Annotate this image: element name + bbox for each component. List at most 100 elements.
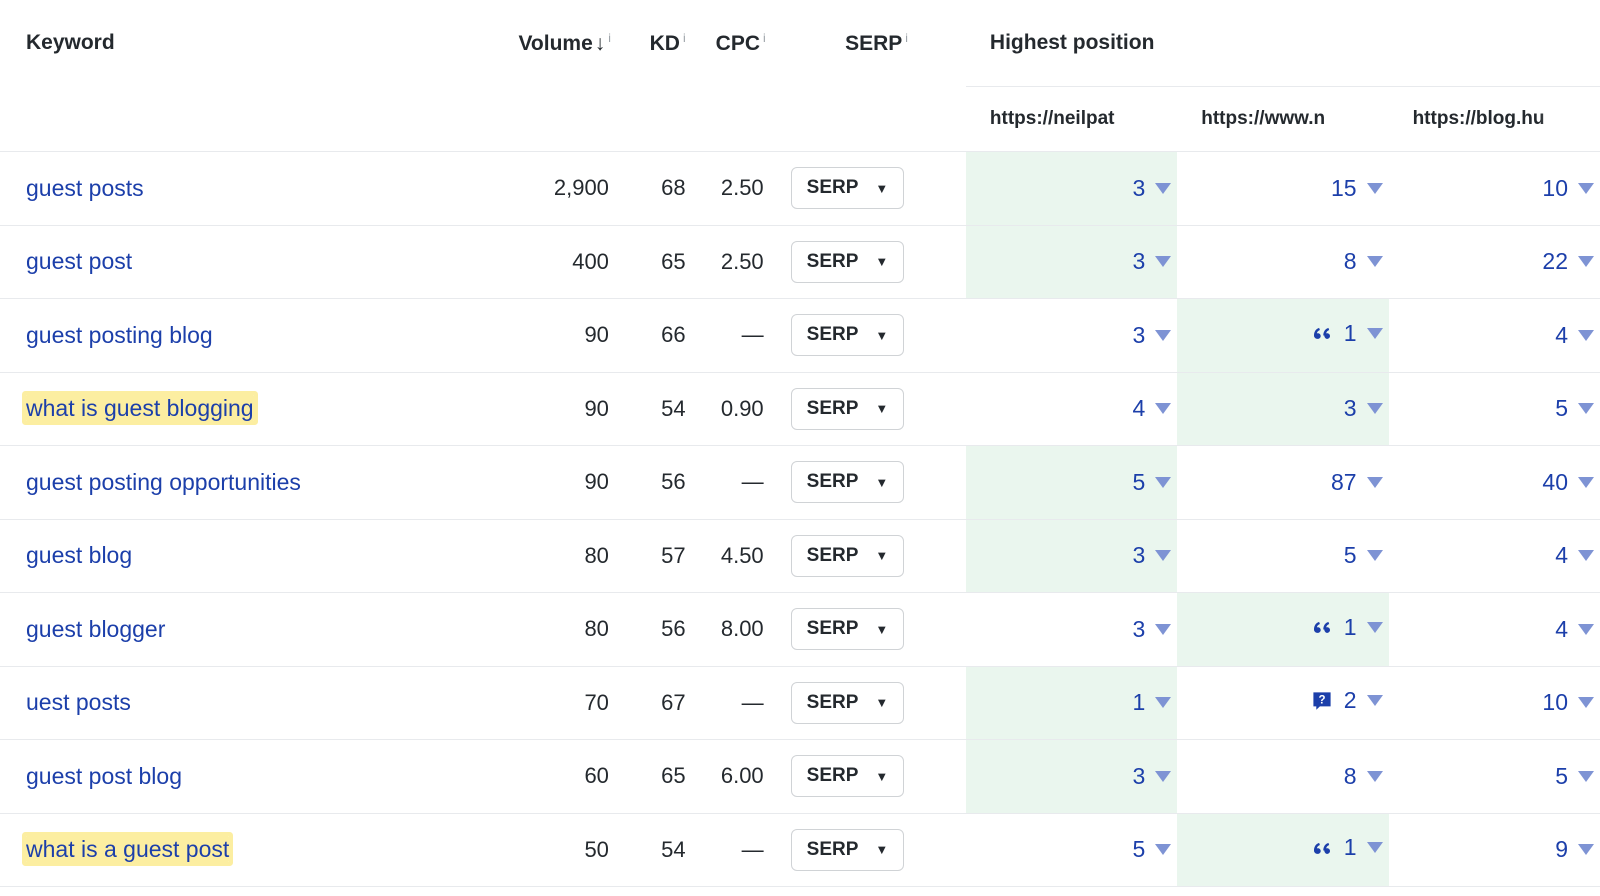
position-value[interactable]: 2 bbox=[1344, 687, 1357, 714]
position-value-wrap[interactable]: 5 bbox=[1344, 542, 1383, 569]
chevron-down-icon[interactable] bbox=[1367, 842, 1383, 853]
position-value-wrap[interactable]: 10 bbox=[1542, 175, 1594, 202]
chevron-down-icon[interactable] bbox=[1578, 477, 1594, 488]
keyword-link[interactable]: guest blogger bbox=[26, 616, 165, 642]
position-value[interactable]: 5 bbox=[1555, 763, 1568, 790]
position-value-wrap[interactable]: 4 bbox=[1555, 542, 1594, 569]
chevron-down-icon[interactable] bbox=[1578, 550, 1594, 561]
position-value-wrap[interactable]: 5 bbox=[1555, 763, 1594, 790]
position-value-wrap[interactable]: 9 bbox=[1555, 836, 1594, 863]
position-value[interactable]: 5 bbox=[1132, 836, 1145, 863]
position-value-wrap[interactable]: 22 bbox=[1542, 248, 1594, 275]
serp-dropdown-button[interactable]: SERP▼ bbox=[791, 682, 905, 724]
position-value-wrap[interactable]: 15 bbox=[1331, 175, 1383, 202]
position-value-wrap[interactable]: 10 bbox=[1542, 689, 1594, 716]
position-value[interactable]: 1 bbox=[1344, 320, 1357, 347]
column-header-cpc[interactable]: CPCi bbox=[692, 0, 772, 87]
column-header-url-3[interactable]: https://blog.hu bbox=[1389, 87, 1600, 152]
position-value[interactable]: 3 bbox=[1132, 763, 1145, 790]
position-value-wrap[interactable]: 4 bbox=[1132, 395, 1171, 422]
info-icon[interactable]: i bbox=[683, 31, 686, 45]
serp-dropdown-button[interactable]: SERP▼ bbox=[791, 608, 905, 650]
position-value-wrap[interactable]: 5 bbox=[1132, 469, 1171, 496]
position-value-wrap[interactable]: 3 bbox=[1344, 395, 1383, 422]
column-header-volume[interactable]: Volume↓i bbox=[486, 0, 617, 87]
position-value-wrap[interactable]: 1 bbox=[1310, 614, 1383, 641]
chevron-down-icon[interactable] bbox=[1367, 771, 1383, 782]
chevron-down-icon[interactable] bbox=[1155, 256, 1171, 267]
column-header-kd[interactable]: KDi bbox=[617, 0, 692, 87]
chevron-down-icon[interactable] bbox=[1367, 550, 1383, 561]
keyword-link[interactable]: guest post blog bbox=[26, 763, 182, 789]
position-value[interactable]: 4 bbox=[1555, 616, 1568, 643]
serp-dropdown-button[interactable]: SERP▼ bbox=[791, 314, 905, 356]
position-value-wrap[interactable]: 1 bbox=[1310, 320, 1383, 347]
position-value[interactable]: 10 bbox=[1542, 175, 1568, 202]
position-value[interactable]: 5 bbox=[1555, 395, 1568, 422]
chevron-down-icon[interactable] bbox=[1155, 550, 1171, 561]
position-value[interactable]: 1 bbox=[1344, 834, 1357, 861]
chevron-down-icon[interactable] bbox=[1155, 403, 1171, 414]
chevron-down-icon[interactable] bbox=[1367, 695, 1383, 706]
position-value-wrap[interactable]: 87 bbox=[1331, 469, 1383, 496]
serp-dropdown-button[interactable]: SERP▼ bbox=[791, 167, 905, 209]
serp-dropdown-button[interactable]: SERP▼ bbox=[791, 241, 905, 283]
chevron-down-icon[interactable] bbox=[1578, 330, 1594, 341]
chevron-down-icon[interactable] bbox=[1155, 624, 1171, 635]
keyword-link[interactable]: what is guest blogging bbox=[26, 395, 254, 421]
position-value-wrap[interactable]: 4 bbox=[1555, 616, 1594, 643]
position-value-wrap[interactable]: 40 bbox=[1542, 469, 1594, 496]
chevron-down-icon[interactable] bbox=[1578, 624, 1594, 635]
sort-descending-icon[interactable]: ↓ bbox=[595, 32, 606, 56]
info-icon[interactable]: i bbox=[763, 31, 766, 45]
position-value-wrap[interactable]: 3 bbox=[1132, 248, 1171, 275]
position-value-wrap[interactable]: ?2 bbox=[1310, 687, 1383, 714]
position-value[interactable]: 87 bbox=[1331, 469, 1357, 496]
position-value[interactable]: 3 bbox=[1132, 248, 1145, 275]
chevron-down-icon[interactable] bbox=[1578, 183, 1594, 194]
chevron-down-icon[interactable] bbox=[1578, 844, 1594, 855]
info-icon[interactable]: i bbox=[905, 31, 908, 45]
keyword-link[interactable]: what is a guest post bbox=[26, 836, 229, 862]
chevron-down-icon[interactable] bbox=[1367, 403, 1383, 414]
position-value[interactable]: 1 bbox=[1344, 614, 1357, 641]
position-value[interactable]: 9 bbox=[1555, 836, 1568, 863]
keyword-link[interactable]: guest posting opportunities bbox=[26, 469, 301, 495]
position-value[interactable]: 10 bbox=[1542, 689, 1568, 716]
chevron-down-icon[interactable] bbox=[1155, 771, 1171, 782]
position-value[interactable]: 3 bbox=[1132, 616, 1145, 643]
position-value[interactable]: 4 bbox=[1555, 322, 1568, 349]
position-value[interactable]: 3 bbox=[1132, 542, 1145, 569]
position-value-wrap[interactable]: 1 bbox=[1132, 689, 1171, 716]
position-value[interactable]: 22 bbox=[1542, 248, 1568, 275]
chevron-down-icon[interactable] bbox=[1578, 697, 1594, 708]
position-value[interactable]: 3 bbox=[1132, 175, 1145, 202]
serp-dropdown-button[interactable]: SERP▼ bbox=[791, 388, 905, 430]
position-value-wrap[interactable]: 3 bbox=[1132, 175, 1171, 202]
keyword-link[interactable]: uest posts bbox=[26, 689, 131, 715]
position-value-wrap[interactable]: 3 bbox=[1132, 616, 1171, 643]
position-value-wrap[interactable]: 3 bbox=[1132, 322, 1171, 349]
position-value-wrap[interactable]: 4 bbox=[1555, 322, 1594, 349]
serp-dropdown-button[interactable]: SERP▼ bbox=[791, 755, 905, 797]
info-icon[interactable]: i bbox=[608, 31, 611, 45]
position-value[interactable]: 1 bbox=[1132, 689, 1145, 716]
chevron-down-icon[interactable] bbox=[1367, 183, 1383, 194]
position-value-wrap[interactable]: 8 bbox=[1344, 248, 1383, 275]
chevron-down-icon[interactable] bbox=[1155, 844, 1171, 855]
chevron-down-icon[interactable] bbox=[1155, 477, 1171, 488]
position-value-wrap[interactable]: 5 bbox=[1132, 836, 1171, 863]
position-value[interactable]: 5 bbox=[1132, 469, 1145, 496]
chevron-down-icon[interactable] bbox=[1155, 697, 1171, 708]
position-value[interactable]: 3 bbox=[1344, 395, 1357, 422]
chevron-down-icon[interactable] bbox=[1367, 328, 1383, 339]
keyword-link[interactable]: guest post bbox=[26, 248, 132, 274]
position-value-wrap[interactable]: 3 bbox=[1132, 763, 1171, 790]
serp-dropdown-button[interactable]: SERP▼ bbox=[791, 461, 905, 503]
position-value[interactable]: 5 bbox=[1344, 542, 1357, 569]
chevron-down-icon[interactable] bbox=[1367, 622, 1383, 633]
keyword-link[interactable]: guest posts bbox=[26, 175, 144, 201]
column-header-serp[interactable]: SERPi bbox=[772, 0, 966, 87]
position-value[interactable]: 3 bbox=[1132, 322, 1145, 349]
position-value-wrap[interactable]: 8 bbox=[1344, 763, 1383, 790]
